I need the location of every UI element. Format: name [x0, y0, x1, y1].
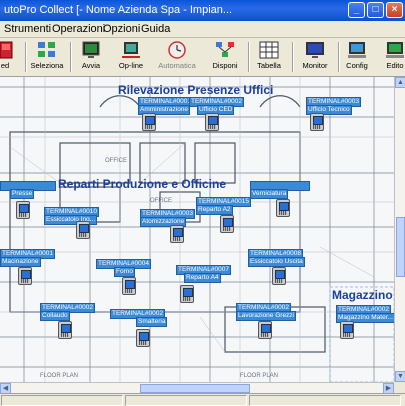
arrange-icon [216, 42, 234, 57]
terminal-device-icon [340, 321, 354, 339]
terminal-device-icon [122, 277, 136, 295]
zone-uffici-label: Rilevazione Presenze Uffici [118, 83, 274, 97]
exit-button[interactable]: ed [0, 40, 24, 74]
status-bar [0, 393, 405, 406]
online-button[interactable]: Op-line [112, 40, 150, 74]
minimize-button[interactable]: _ [348, 2, 365, 18]
terminal-device-icon [258, 321, 272, 339]
svg-text:OFFICE: OFFICE [150, 198, 172, 204]
svg-text:OFFICE: OFFICE [105, 158, 127, 164]
menu-bar: Strumenti Operazioni Opzioni Guida [0, 21, 405, 38]
maximize-button[interactable]: □ [367, 2, 384, 18]
monitor-icon [306, 42, 324, 58]
menu-opzioni[interactable]: Opzioni [103, 21, 140, 37]
terminal-device-icon [76, 221, 90, 239]
floor-plan-canvas[interactable]: OFFICE OFFICE FLOOR PLAN FLOOR PLAN Rile… [0, 77, 394, 382]
table-button[interactable]: Tabella [250, 40, 288, 74]
vertical-scrollbar[interactable]: ▲ ▼ [394, 77, 405, 382]
terminal-device-icon [58, 321, 72, 339]
arrange-button[interactable]: Disponi [206, 40, 244, 74]
terminal-device-icon [142, 113, 156, 131]
scroll-corner [394, 382, 405, 393]
select-button[interactable]: Seleziona [28, 40, 66, 74]
terminal-device-icon [276, 199, 290, 217]
terminal-device-icon [170, 225, 184, 243]
zone-magazzino-label: Magazzino [332, 288, 393, 302]
scroll-up-button[interactable]: ▲ [395, 77, 405, 88]
toolbar: ed Seleziona Avvia Op-line Automatica Di… [0, 38, 405, 77]
select-icon [38, 42, 55, 57]
status-cell [249, 395, 401, 406]
terminal-device-icon [205, 113, 219, 131]
exit-icon [0, 41, 13, 59]
scroll-thumb[interactable] [396, 217, 405, 277]
clock-icon [168, 41, 186, 59]
start-icon [82, 41, 100, 58]
config-button[interactable]: Config [338, 40, 376, 74]
online-icon [122, 42, 140, 58]
window-title: utoPro Collect [- Nome Azienda Spa - Imp… [4, 4, 233, 16]
svg-text:FLOOR PLAN: FLOOR PLAN [40, 373, 78, 379]
terminal-device-icon [180, 285, 194, 303]
menu-guida[interactable]: Guida [141, 21, 170, 37]
terminal-device-icon [18, 267, 32, 285]
title-bar: utoPro Collect [- Nome Azienda Spa - Imp… [0, 0, 405, 21]
scroll-down-button[interactable]: ▼ [395, 371, 405, 382]
status-cell [125, 395, 247, 406]
status-cell [1, 395, 123, 406]
table-icon [259, 41, 279, 59]
automatic-button[interactable]: Automatica [158, 40, 196, 74]
terminal-device-icon [16, 201, 30, 219]
zone-produzione-label: Reparti Produzione e Officine [58, 177, 227, 191]
menu-operazioni[interactable]: Operazioni [52, 21, 105, 37]
close-button[interactable]: × [386, 2, 403, 18]
monitor-button[interactable]: Monitor [296, 40, 334, 74]
terminal-device-icon [272, 267, 286, 285]
terminal-device-icon [136, 329, 150, 347]
svg-text:FLOOR PLAN: FLOOR PLAN [240, 373, 278, 379]
editor-icon [386, 42, 404, 58]
config-icon [348, 42, 366, 58]
editor-button[interactable]: Edito [376, 40, 405, 74]
start-button[interactable]: Avvia [72, 40, 110, 74]
terminal-device-icon [220, 215, 234, 233]
scroll-thumb[interactable] [140, 384, 250, 393]
terminal-device-icon [310, 113, 324, 131]
menu-strumenti[interactable]: Strumenti [4, 21, 51, 37]
